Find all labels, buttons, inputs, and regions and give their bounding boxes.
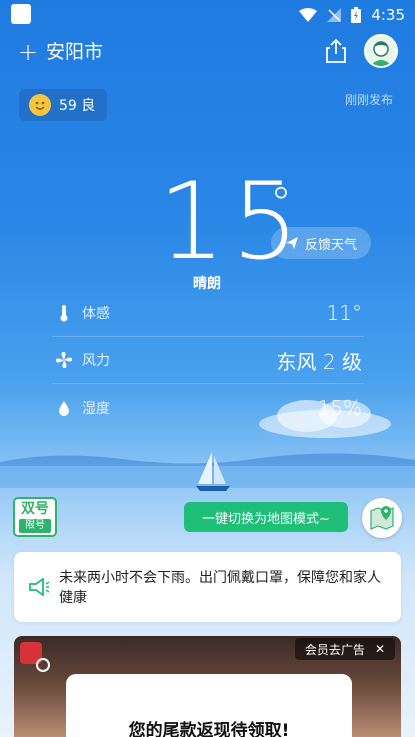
license-restriction-badge[interactable]: 双号 限号 [13, 497, 57, 537]
feedback-label: 反馈天气 [304, 237, 357, 253]
thermometer-icon [54, 304, 74, 322]
detail-value: 11° [326, 301, 362, 325]
weather-tip-card[interactable]: 未来两小时不会下雨。出门佩戴口罩，保障您和家人健康 [14, 552, 401, 622]
fan-icon [54, 351, 74, 369]
map-mode-switch-button[interactable]: 一键切换为地图模式~ [184, 502, 348, 532]
detail-row-feels-like: 体感 11° [52, 290, 364, 337]
weather-tip-text: 未来两小时不会下雨。出门佩戴口罩，保障您和家人健康 [59, 570, 381, 606]
user-avatar-icon [370, 41, 392, 66]
ad-card[interactable]: 您的尾款返现待领取! [66, 674, 352, 737]
feedback-weather-button[interactable]: 反馈天气 [271, 227, 371, 259]
smile-icon [29, 94, 51, 116]
remove-ads-button[interactable]: 会员去广告 [305, 641, 365, 658]
sailboat-icon [196, 452, 230, 491]
header: + 安阳市 [0, 34, 415, 70]
close-icon[interactable]: ✕ [375, 642, 385, 656]
map-icon[interactable] [362, 498, 402, 538]
degree-symbol: ° [270, 178, 292, 229]
detail-label: 湿度 [82, 400, 110, 417]
aqi-badge[interactable]: 59 良 [19, 89, 107, 121]
status-icons: 4:35 [299, 6, 405, 24]
avatar[interactable] [364, 34, 398, 68]
ad-controls: 会员去广告 ✕ [294, 638, 395, 660]
add-city-button[interactable]: + [18, 38, 38, 66]
share-icon[interactable] [324, 38, 348, 64]
aqi-value: 59 良 [59, 98, 96, 114]
map-switch-label: 一键切换为地图模式~ [202, 511, 330, 527]
notification-icon [11, 4, 31, 24]
detail-label: 风力 [82, 353, 110, 369]
status-time: 4:35 [371, 6, 405, 24]
detail-value: 东风 2 级 [276, 349, 362, 374]
detail-row-wind: 风力 东风 2 级 [52, 337, 364, 384]
battery-icon [351, 7, 362, 23]
send-icon [285, 237, 298, 249]
ad-title: 您的尾款返现待领取! [128, 721, 290, 737]
ad-refresh-icon [36, 658, 50, 672]
cloud-icon [259, 400, 391, 438]
publish-time: 刚刚发布 [344, 93, 393, 107]
signal-icon [327, 8, 342, 22]
droplet-icon [54, 400, 74, 416]
detail-label: 体感 [82, 306, 110, 322]
wifi-icon [299, 8, 318, 22]
city-name[interactable]: 安阳市 [46, 40, 103, 64]
badge-bottom: 限号 [19, 519, 51, 533]
megaphone-icon [29, 578, 50, 596]
badge-top: 双号 [21, 501, 49, 517]
status-bar: 4:35 [0, 0, 415, 30]
advertisement[interactable]: 会员去广告 ✕ 您的尾款返现待领取! [14, 636, 401, 737]
